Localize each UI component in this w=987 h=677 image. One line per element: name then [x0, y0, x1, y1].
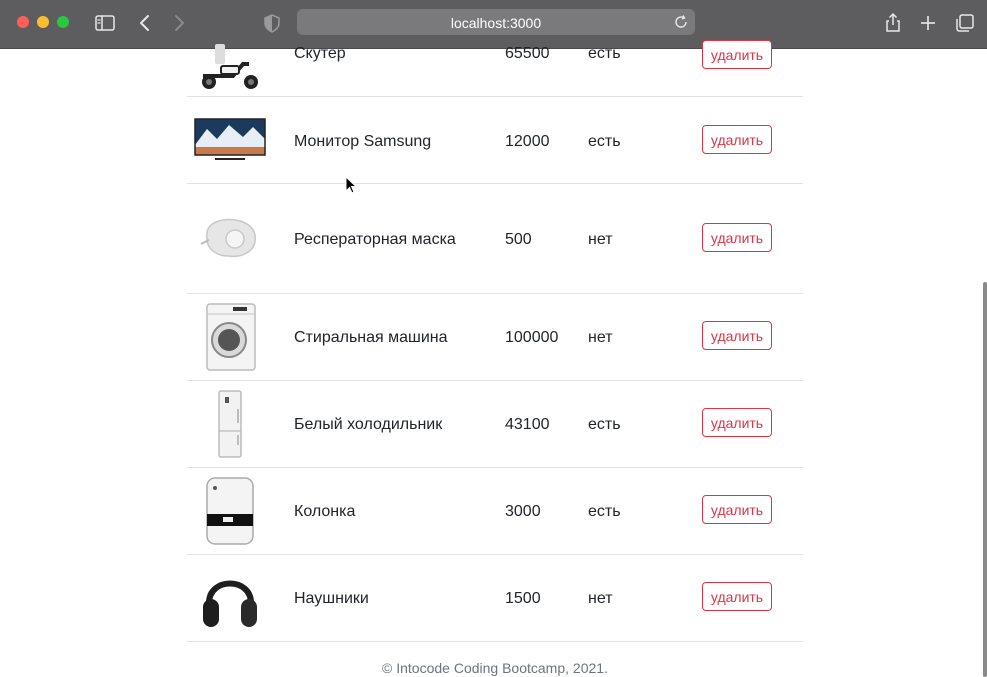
- product-name: Стиральная машина: [294, 329, 448, 346]
- scooter-image: [202, 44, 258, 89]
- delete-button[interactable]: удалить: [702, 495, 772, 524]
- footer-copyright: © Intocode Coding Bootcamp, 2021.: [382, 660, 608, 676]
- table-row: Наушники 1500 нет удалить: [187, 555, 803, 642]
- table-row: Белый холодильник 43100 есть удалить: [187, 381, 803, 468]
- product-price: 43100: [505, 416, 550, 433]
- minimize-window-button[interactable]: [37, 16, 49, 28]
- products-table: Скутер 65500 есть удалить Монитор Samsun…: [187, 40, 803, 642]
- share-icon[interactable]: [882, 12, 904, 34]
- product-name: Наушники: [294, 590, 369, 607]
- sidebar-icon[interactable]: [94, 12, 116, 34]
- fridge-image: [218, 390, 242, 458]
- delete-button[interactable]: удалить: [702, 321, 772, 350]
- washing-machine-image: [206, 303, 256, 371]
- close-window-button[interactable]: [17, 16, 29, 28]
- back-icon[interactable]: [134, 12, 156, 34]
- table-row: Скутер 65500 есть удалить: [187, 40, 803, 97]
- product-price: 100000: [505, 329, 559, 346]
- table-row: Стиральная машина 100000 нет удалить: [187, 294, 803, 381]
- address-url: localhost:3000: [450, 15, 542, 31]
- product-stock: нет: [588, 231, 613, 248]
- product-name: Респераторная маска: [294, 231, 456, 248]
- headphones-image: [203, 580, 257, 627]
- product-price: 500: [505, 231, 532, 248]
- table-row: Респераторная маска 500 нет удалить: [187, 184, 803, 294]
- table-row: Колонка 3000 есть удалить: [187, 468, 803, 555]
- product-price: 1500: [505, 590, 541, 607]
- product-price: 3000: [505, 503, 541, 520]
- delete-button[interactable]: удалить: [702, 125, 772, 154]
- zoom-window-button[interactable]: [57, 16, 69, 28]
- tab-overview-icon[interactable]: [954, 12, 976, 34]
- product-name: Белый холодильник: [294, 416, 443, 433]
- product-name: Колонка: [294, 503, 356, 520]
- forward-icon[interactable]: [168, 12, 190, 34]
- product-price: 65500: [505, 45, 550, 62]
- product-stock: есть: [588, 503, 621, 520]
- delete-button[interactable]: удалить: [702, 223, 772, 252]
- monitor-image: [194, 118, 266, 160]
- product-stock: есть: [588, 416, 621, 433]
- shield-icon[interactable]: [261, 12, 283, 34]
- humidifier-image: [206, 477, 254, 545]
- reload-icon[interactable]: [673, 14, 689, 30]
- mouse-cursor-icon: [345, 176, 358, 194]
- new-tab-icon[interactable]: [917, 12, 939, 34]
- delete-button[interactable]: удалить: [702, 40, 772, 69]
- address-bar[interactable]: localhost:3000: [297, 9, 695, 35]
- delete-button[interactable]: удалить: [702, 408, 772, 437]
- table-row: Монитор Samsung 12000 есть удалить: [187, 97, 803, 184]
- page-scrollbar[interactable]: [983, 282, 987, 677]
- product-name: Монитор Samsung: [294, 133, 432, 150]
- product-stock: есть: [588, 45, 621, 62]
- product-stock: есть: [588, 133, 621, 150]
- product-name: Скутер: [294, 45, 346, 62]
- product-stock: нет: [588, 329, 613, 346]
- product-price: 12000: [505, 133, 550, 150]
- product-stock: нет: [588, 590, 613, 607]
- mask-image: [200, 218, 257, 258]
- browser-toolbar: localhost:3000: [0, 0, 987, 49]
- delete-button[interactable]: удалить: [702, 582, 772, 611]
